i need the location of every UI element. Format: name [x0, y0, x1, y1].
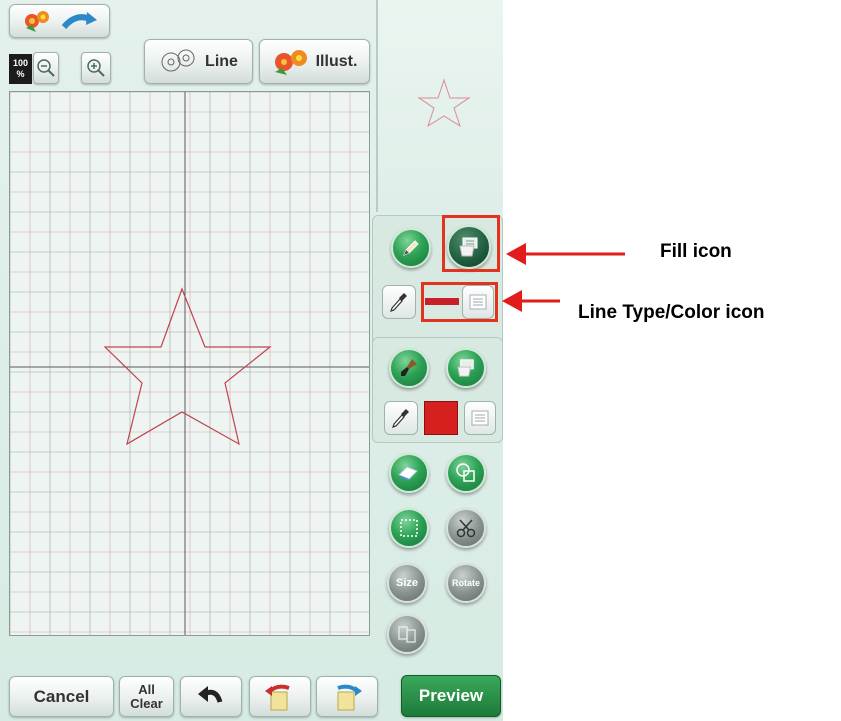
all-clear-label-line1: All	[138, 681, 155, 697]
preview-star	[417, 78, 471, 128]
flower-icon	[24, 11, 49, 32]
eyedropper-icon	[392, 409, 409, 428]
rotate-button[interactable]: Rotate	[446, 563, 486, 603]
line-type-color-highlight	[421, 282, 498, 322]
line-type-arrow	[502, 290, 560, 312]
fill-area-button[interactable]	[446, 348, 486, 388]
zoom-out-icon	[37, 59, 55, 77]
select-shape-button[interactable]	[446, 453, 486, 493]
line-tool-button[interactable]	[391, 228, 431, 268]
embroidery-drawing-screen: 100 % Line Illust. Size Rotate Cancel Al…	[0, 0, 503, 721]
line-button[interactable]: Line	[144, 39, 253, 84]
eraser-icon	[398, 466, 418, 481]
cut-button[interactable]	[446, 508, 486, 548]
scissors-icon	[456, 519, 476, 538]
size-button-label: Size	[395, 577, 418, 589]
mirror-button[interactable]	[387, 614, 427, 654]
all-clear-label-line2: Clear	[130, 695, 163, 711]
illust-button-label: Illust.	[315, 52, 358, 70]
undo-stitch-button[interactable]	[249, 676, 311, 717]
preview-button-label: Preview	[418, 686, 484, 705]
all-clear-button[interactable]: All Clear	[119, 676, 174, 717]
fill-color-picker-button[interactable]	[384, 401, 418, 435]
undo-button[interactable]	[180, 676, 242, 717]
embroidery-image-button[interactable]	[9, 4, 110, 38]
page-back-icon	[265, 684, 290, 710]
pencil-icon	[403, 240, 419, 256]
fill-color-swatch[interactable]	[424, 401, 458, 435]
fill-type-button[interactable]	[464, 401, 496, 435]
paintbrush-icon	[401, 359, 417, 376]
size-button[interactable]: Size	[387, 563, 427, 603]
eraser-button[interactable]	[389, 453, 429, 493]
mirror-icon	[398, 626, 416, 643]
zoom-out-button[interactable]	[33, 52, 59, 84]
fill-icon-callout: Fill icon	[660, 241, 732, 262]
line-button-label: Line	[205, 52, 238, 70]
flower-outline-icon	[161, 49, 195, 71]
zoom-level-value: 100	[12, 58, 29, 68]
star-shape[interactable]	[10, 92, 370, 636]
fill-bucket-icon	[457, 359, 474, 377]
fill-type-icon	[471, 410, 489, 426]
line-type-color-callout: Line Type/Color icon	[578, 302, 765, 323]
flower-color-icon	[274, 49, 307, 75]
area-select-button[interactable]	[389, 508, 429, 548]
rotate-button-label: Rotate	[451, 578, 480, 588]
undo-icon	[198, 685, 223, 703]
zoom-level-unit: %	[16, 69, 25, 79]
brush-tool-button[interactable]	[389, 348, 429, 388]
arrow-forward-icon	[61, 12, 97, 30]
fill-icon-highlight	[442, 215, 500, 272]
overlap-shapes-icon	[456, 463, 475, 482]
zoom-in-icon	[87, 59, 105, 77]
cancel-button[interactable]: Cancel	[9, 676, 114, 717]
zoom-level-indicator: 100 %	[9, 54, 32, 84]
redo-stitch-button[interactable]	[316, 676, 378, 717]
preview-button[interactable]: Preview	[401, 675, 501, 717]
zoom-in-button[interactable]	[81, 52, 111, 84]
cancel-button-label: Cancel	[33, 686, 90, 706]
dashed-select-icon	[400, 519, 418, 537]
eyedropper-icon	[390, 293, 407, 312]
drawing-canvas[interactable]	[9, 91, 370, 636]
illust-button[interactable]: Illust.	[259, 39, 370, 84]
fill-arrow	[506, 243, 625, 265]
preview-pane	[376, 0, 503, 212]
page-forward-icon	[337, 684, 362, 710]
line-color-picker-button[interactable]	[382, 285, 416, 319]
